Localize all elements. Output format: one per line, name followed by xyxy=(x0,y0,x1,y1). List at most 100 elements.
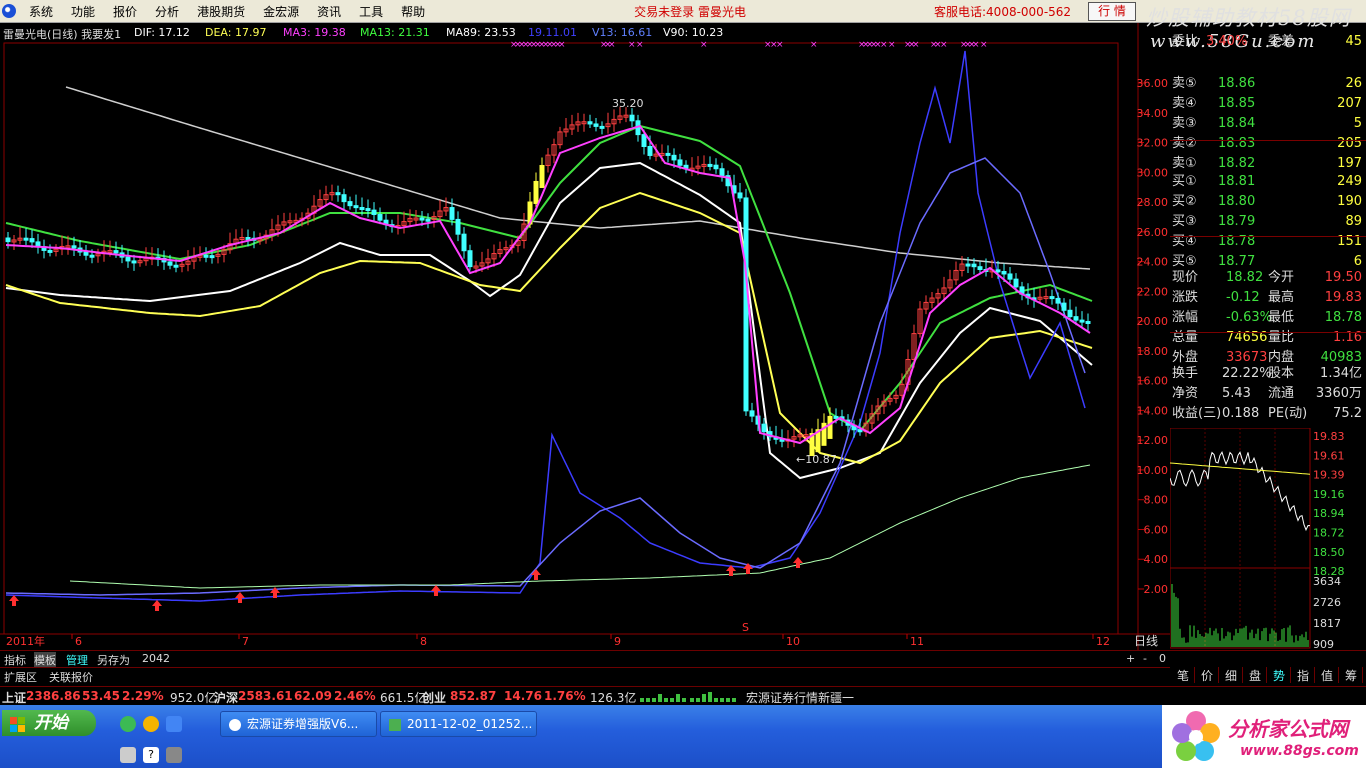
settings-icon[interactable] xyxy=(166,747,182,763)
buy-signal-arrow xyxy=(531,569,541,580)
news-ticker[interactable]: 宏源证券行情新疆一 xyxy=(746,689,854,706)
tab-2042[interactable]: 2042 xyxy=(142,652,170,665)
menu-quote[interactable]: 报价 xyxy=(104,3,146,20)
ask-row[interactable]: 卖① 18.82 197 xyxy=(1170,154,1366,174)
ticker-sh-amt: 952.0亿 xyxy=(170,689,216,706)
fundamental-row[interactable]: 换手 22.22% 股本 1.34亿 xyxy=(1170,364,1366,384)
candle-body xyxy=(600,126,604,128)
extension-bar: 扩展区 关联报价 xyxy=(0,667,1170,684)
menu-tools[interactable]: 工具 xyxy=(350,3,392,20)
task-hongyuan[interactable]: 宏源证券增强版V6... xyxy=(220,711,377,737)
ask-row[interactable]: 卖④ 18.85 207 xyxy=(1170,94,1366,114)
indicator-bar: 雷曼光电(日线) 我要发1 DIF: 17.12 DEA: 17.97 MA3:… xyxy=(0,23,1120,41)
market-breadth-bars xyxy=(638,689,738,703)
menu-function[interactable]: 功能 xyxy=(62,3,104,20)
stat-row[interactable]: 总量 74656 量比 1.16 xyxy=(1170,328,1366,348)
ask-label: 卖⑤ xyxy=(1172,74,1197,94)
keyboard-icon[interactable] xyxy=(120,747,136,763)
ticker-sz-index: 2583.61 xyxy=(238,689,293,703)
candle-body xyxy=(174,265,178,267)
app-icon xyxy=(229,719,241,731)
intraday-mini-chart[interactable]: 19.8319.6119.3919.1618.9418.7218.5018.28… xyxy=(1170,428,1366,650)
candle-body xyxy=(678,160,682,165)
price-tick-label: 36.00 xyxy=(1137,77,1169,90)
candle-body xyxy=(666,153,670,155)
ask-label: 卖④ xyxy=(1172,94,1197,114)
candle-body xyxy=(204,255,208,257)
tab-indicator[interactable]: 指标 xyxy=(4,652,26,668)
rtab-value[interactable]: 值 xyxy=(1316,667,1339,683)
zoom-out-button[interactable]: - xyxy=(1143,652,1147,665)
rtab-book[interactable]: 盘 xyxy=(1244,667,1267,683)
stat-label: 涨幅 xyxy=(1172,308,1198,328)
rtab-chips[interactable]: 筹 xyxy=(1340,667,1363,683)
fundamental-row[interactable]: 收益(三) 0.188 PE(动) 75.2 xyxy=(1170,404,1366,424)
stat-row[interactable]: 涨跌 -0.12 最高 19.83 xyxy=(1170,288,1366,308)
signal-marker-s: S xyxy=(742,621,749,634)
price-tick-label: 16.00 xyxy=(1137,375,1169,388)
tab-extension[interactable]: 扩展区 xyxy=(4,669,37,685)
ticker-cy-amt: 126.3亿 xyxy=(590,689,636,706)
tab-save-as[interactable]: 另存为 xyxy=(97,652,130,668)
candle-body xyxy=(1050,297,1054,299)
menu-info[interactable]: 资讯 xyxy=(308,3,350,20)
rtab-detail[interactable]: 细 xyxy=(1220,667,1243,683)
login-status[interactable]: 交易未登录 雷曼光电 xyxy=(634,3,746,20)
tab-template[interactable]: 模板 xyxy=(34,652,56,668)
menu-jinhongyuan[interactable]: 金宏源 xyxy=(254,3,308,20)
candle-body xyxy=(462,234,466,251)
fund-label: 换手 xyxy=(1172,364,1198,384)
zoom-in-button[interactable]: + xyxy=(1126,652,1135,665)
stat-value: 19.50 xyxy=(1325,268,1362,288)
help-icon[interactable]: ? xyxy=(143,747,159,763)
stat-label: 现价 xyxy=(1172,268,1198,288)
reset-button[interactable]: 0 xyxy=(1159,652,1166,665)
rtab-trend[interactable]: 势 xyxy=(1268,667,1291,683)
media-icon[interactable] xyxy=(143,716,159,732)
ask-row[interactable]: 卖⑤ 18.86 26 xyxy=(1170,74,1366,94)
signal-x-marker: × xyxy=(776,40,784,50)
candle-body xyxy=(714,165,718,169)
fundamental-row[interactable]: 净资 5.43 流通 3360万 xyxy=(1170,384,1366,404)
signal-x-marker: × xyxy=(810,40,818,50)
bid-row[interactable]: 买③ 18.79 89 xyxy=(1170,212,1366,232)
menu-analysis[interactable]: 分析 xyxy=(146,3,188,20)
quote-label: 委比 xyxy=(1172,32,1198,52)
menu-hk-futures[interactable]: 港股期货 xyxy=(188,3,254,20)
start-button[interactable]: 开始 xyxy=(2,710,96,736)
candle-body xyxy=(1008,274,1012,279)
task-screenshot[interactable]: 2011-12-02_01252... xyxy=(380,711,537,737)
ask-row[interactable]: 卖③ 18.84 5 xyxy=(1170,114,1366,134)
signal-x-marker: × xyxy=(700,40,708,50)
candle-body xyxy=(90,255,94,257)
kline-chart[interactable]: 36.00 34.00 32.00 30.00 28.00 26.00 24.00 22.00… xyxy=(0,23,1170,650)
rtab-price[interactable]: 价 xyxy=(1196,667,1219,683)
rtab-tick[interactable]: 笔 xyxy=(1172,667,1195,683)
candle-body xyxy=(540,165,544,187)
buy-signal-arrow xyxy=(235,592,245,603)
bid-row[interactable]: 买① 18.81 249 xyxy=(1170,172,1366,192)
menu-system[interactable]: 系统 xyxy=(20,3,62,20)
candle-body xyxy=(372,210,376,214)
price-tick-label: 8.00 xyxy=(1144,494,1169,507)
bid-row[interactable]: 买② 18.80 190 xyxy=(1170,192,1366,212)
bid-row[interactable]: 买④ 18.78 151 xyxy=(1170,232,1366,252)
browser-icon[interactable] xyxy=(120,716,136,732)
quote-ratio-row[interactable]: 委比 3.40% 委差 45 xyxy=(1170,32,1366,52)
windows-icon[interactable] xyxy=(166,716,182,732)
rtab-index[interactable]: 指 xyxy=(1292,667,1315,683)
mini-price-label: 18.50 xyxy=(1313,546,1345,559)
price-tick-label: 26.00 xyxy=(1137,226,1169,239)
menu-help[interactable]: 帮助 xyxy=(392,3,434,20)
stat-row[interactable]: 涨幅 -0.63% 最低 18.78 xyxy=(1170,308,1366,328)
breadth-bars-icon xyxy=(638,689,738,703)
buy-signal-arrow xyxy=(431,585,441,596)
stat-row[interactable]: 现价 18.82 今开 19.50 xyxy=(1170,268,1366,288)
tab-manage[interactable]: 管理 xyxy=(66,652,88,668)
fund-value: 3360万 xyxy=(1316,384,1362,404)
tab-related-quote[interactable]: 关联报价 xyxy=(49,669,93,685)
trade-button[interactable]: 行 情 xyxy=(1088,2,1136,21)
signal-x-marker: × xyxy=(880,40,888,50)
ticker-cy-index: 852.87 xyxy=(450,689,496,703)
ask-row[interactable]: 卖② 18.83 205 xyxy=(1170,134,1366,154)
